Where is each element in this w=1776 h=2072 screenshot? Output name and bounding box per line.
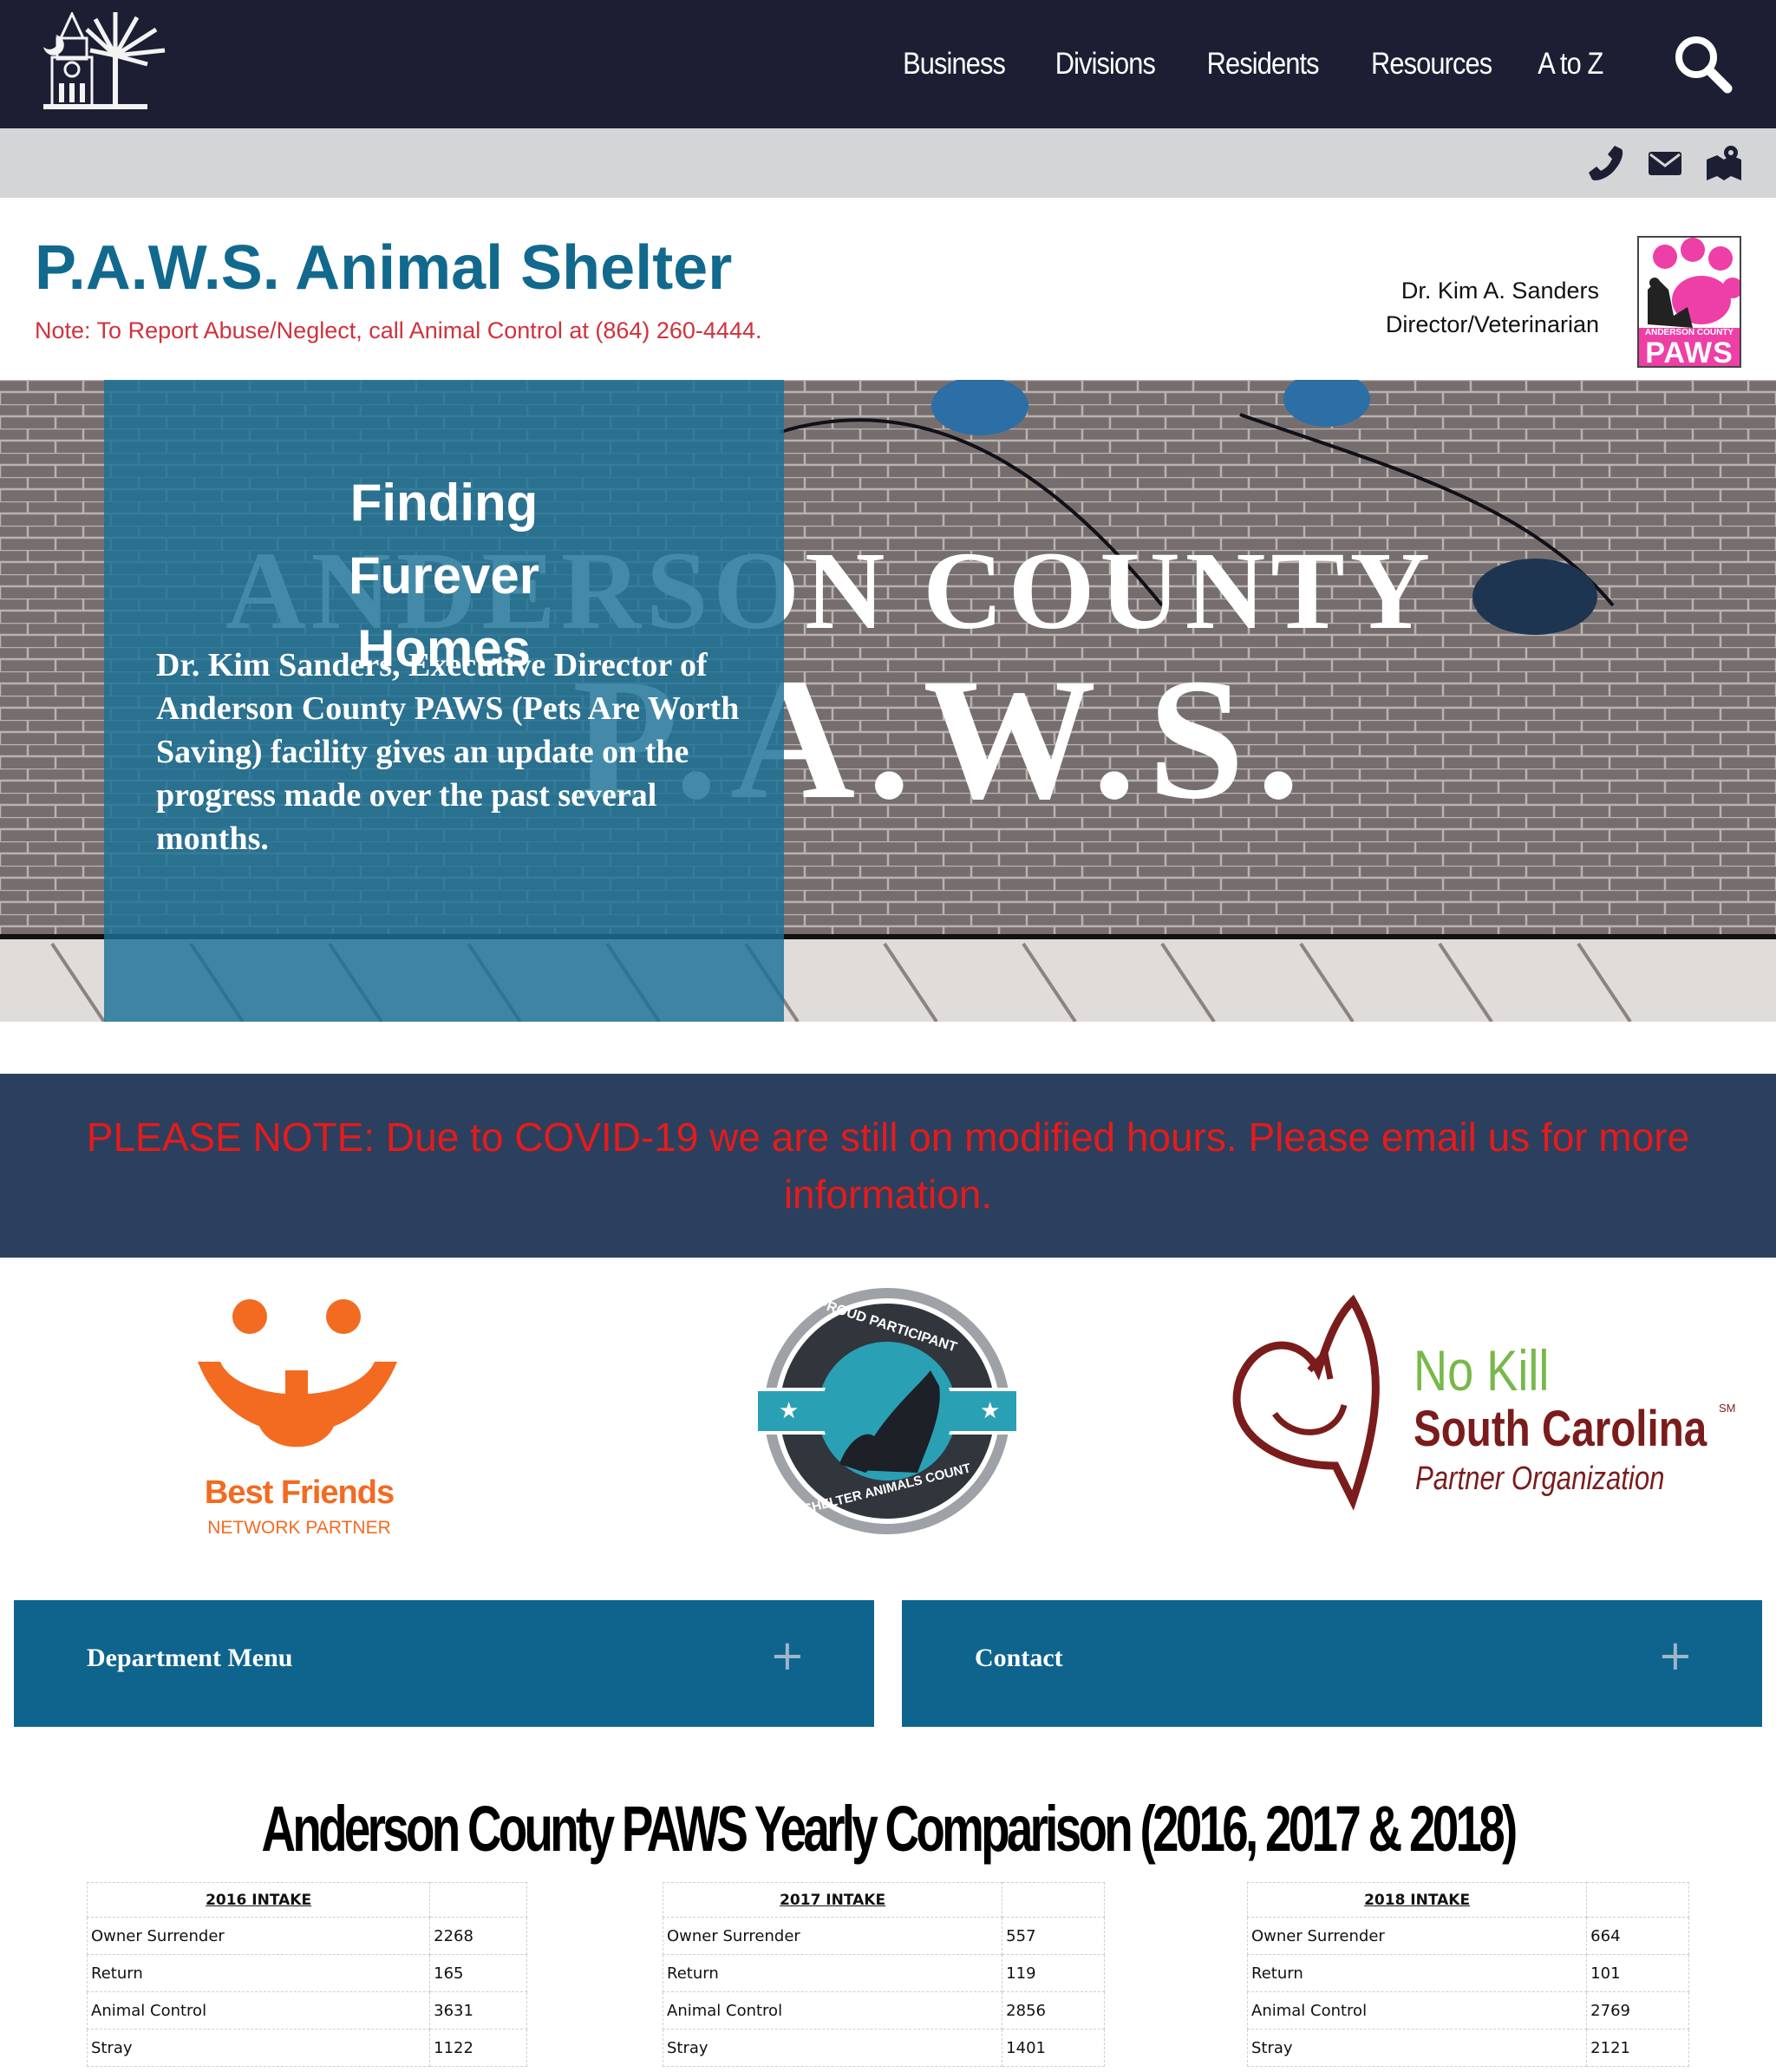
row-label: Stray xyxy=(1246,2029,1588,2067)
table-row: Owner Surrender 664 xyxy=(1246,1917,1689,1955)
table-row: Animal Control 3631 xyxy=(86,1991,527,2030)
table-row: Return 119 xyxy=(662,1954,1105,1992)
row-value: 2769 xyxy=(1586,1991,1689,2030)
no-kill-line-2: South Carolina xyxy=(1414,1401,1707,1457)
hero-overlay-panel: Finding Furever Homes Dr. Kim Sanders, E… xyxy=(104,380,784,1022)
nav-resources[interactable]: Resources xyxy=(1371,47,1492,82)
department-menu-label: Department Menu xyxy=(87,1644,293,1672)
table-row: Owner Surrender 2268 xyxy=(86,1917,527,1955)
row-label: Return xyxy=(662,1954,1003,1992)
table-row: Stray 2121 xyxy=(1246,2029,1689,2067)
table-header: 2016 INTAKE xyxy=(86,1882,431,1918)
row-value: 165 xyxy=(429,1954,527,1992)
top-navigation: Business Divisions Residents Resources A… xyxy=(0,0,1776,128)
row-value: 557 xyxy=(1002,1917,1105,1955)
best-friends-sub: NETWORK PARTNER xyxy=(207,1518,391,1538)
intake-table-2018: 2018 INTAKE Owner Surrender 664 Return 101… xyxy=(1246,1882,1689,2067)
row-label: Stray xyxy=(86,2029,431,2067)
nav-residents[interactable]: Residents xyxy=(1206,47,1319,82)
svg-text:★: ★ xyxy=(980,1397,1000,1423)
svg-text:★: ★ xyxy=(779,1397,799,1423)
nav-divisions[interactable]: Divisions xyxy=(1054,47,1155,82)
director-name: Dr. Kim A. Sanders xyxy=(1401,278,1599,304)
nav-business[interactable]: Business xyxy=(903,47,1006,82)
row-label: Animal Control xyxy=(1246,1991,1588,2030)
map-icon[interactable] xyxy=(1705,144,1743,182)
table-row: Animal Control 2856 xyxy=(662,1991,1105,2030)
table-row: Return 101 xyxy=(1246,1954,1689,1992)
nav-a-to-z[interactable]: A to Z xyxy=(1538,47,1603,82)
row-value: 1401 xyxy=(1002,2029,1105,2067)
page-title: P.A.W.S. Animal Shelter xyxy=(35,233,733,303)
phone-icon[interactable] xyxy=(1587,144,1625,182)
director-role: Director/Veterinarian xyxy=(1385,311,1599,337)
covid-notice-text: PLEASE NOTE: Due to COVID-19 we are stil… xyxy=(86,1114,1690,1217)
plus-icon: + xyxy=(769,1631,805,1680)
row-label: Owner Surrender xyxy=(86,1917,431,1955)
row-label: Animal Control xyxy=(662,1991,1003,2030)
no-kill-line-1: No Kill xyxy=(1414,1338,1550,1402)
row-value: 119 xyxy=(1002,1954,1105,1992)
contact-label: Contact xyxy=(975,1644,1063,1672)
hero-banner: ANDERSON COUNTY P.A.W.S. Finding Furever… xyxy=(0,380,1776,1022)
table-header: 2017 INTAKE xyxy=(662,1882,1003,1918)
plus-icon: + xyxy=(1657,1631,1693,1680)
no-kill-service-mark: SM xyxy=(1719,1402,1736,1415)
heart-cat-dog-icon xyxy=(1232,1294,1380,1511)
row-label: Owner Surrender xyxy=(662,1917,1003,1955)
row-label: Animal Control xyxy=(86,1991,431,2030)
row-label: Owner Surrender xyxy=(1246,1917,1588,1955)
abuse-report-note: Note: To Report Abuse/Neglect, call Anim… xyxy=(35,317,762,343)
table-row: Owner Surrender 557 xyxy=(662,1917,1105,1955)
no-kill-south-carolina-logo[interactable]: No Kill South Carolina SM Partner Organi… xyxy=(1223,1284,1743,1544)
row-value: 2121 xyxy=(1586,2029,1689,2067)
table-header-row: 2018 INTAKE xyxy=(1246,1882,1689,1918)
table-header: 2018 INTAKE xyxy=(1246,1882,1588,1918)
row-value: 3631 xyxy=(429,1991,527,2030)
director-info: Dr. Kim A. Sanders Director/Veterinarian xyxy=(1386,274,1599,342)
table-header-row: 2016 INTAKE xyxy=(86,1882,527,1918)
search-icon[interactable] xyxy=(1672,33,1733,94)
intake-table-2017: 2017 INTAKE Owner Surrender 557 Return 119… xyxy=(662,1882,1105,2067)
intake-table-2016: 2016 INTAKE Owner Surrender 2268 Return 16… xyxy=(86,1882,527,2067)
best-friends-name: Best Friends xyxy=(204,1474,395,1511)
county-seal-icon[interactable] xyxy=(35,12,173,113)
table-header-row: 2017 INTAKE xyxy=(662,1882,1105,1918)
anderson-county-paws-logo: ANDERSON COUNTY PAWS xyxy=(1637,236,1741,368)
utility-bar xyxy=(0,128,1776,198)
row-value: 2268 xyxy=(429,1917,527,1955)
row-value: 101 xyxy=(1586,1954,1689,1992)
main-nav: Business Divisions Residents Resources A… xyxy=(889,0,1603,128)
hero-description: Dr. Kim Sanders, Executive Director of A… xyxy=(156,647,740,857)
row-value: 664 xyxy=(1586,1917,1689,1955)
covid-notice-banner: PLEASE NOTE: Due to COVID-19 we are stil… xyxy=(0,1074,1776,1258)
email-icon[interactable] xyxy=(1646,144,1684,182)
paws-logo-text: PAWS xyxy=(1645,337,1734,368)
row-value: 2856 xyxy=(1002,1991,1105,2030)
row-label: Stray xyxy=(662,2029,1003,2067)
contact-accordion[interactable]: Contact + xyxy=(902,1600,1762,1727)
table-row: Animal Control 2769 xyxy=(1246,1991,1689,2030)
shelter-animals-count-logo[interactable]: ★ ★ PROUD PARTICIPANT SHELTER ANIMALS CO… xyxy=(753,1284,1022,1544)
best-friends-network-partner-logo[interactable]: Best Friends NETWORK PARTNER xyxy=(173,1284,434,1544)
table-row: Return 165 xyxy=(86,1954,527,1992)
table-row: Stray 1122 xyxy=(86,2029,527,2067)
table-row: Stray 1401 xyxy=(662,2029,1105,2067)
row-label: Return xyxy=(1246,1954,1588,1992)
row-value: 1122 xyxy=(429,2029,527,2067)
no-kill-line-3: Partner Organization xyxy=(1415,1461,1665,1497)
department-menu-accordion[interactable]: Department Menu + xyxy=(14,1600,874,1727)
row-label: Return xyxy=(86,1954,431,1992)
yearly-comparison-title: Anderson County PAWS Yearly Comparison (… xyxy=(261,1793,1518,1865)
